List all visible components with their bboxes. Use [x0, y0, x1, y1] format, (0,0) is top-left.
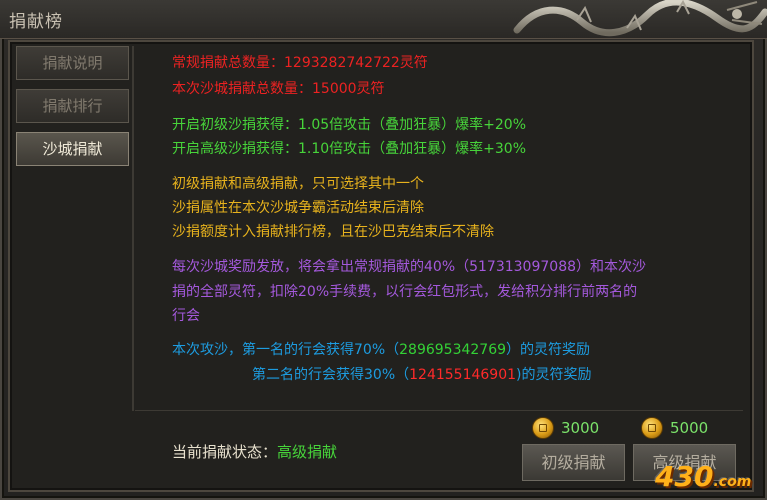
tab-castle-donation[interactable]: 沙城捐献: [16, 132, 129, 166]
normal-total-text: 常规捐献总数量：1293282742722灵符: [172, 55, 428, 71]
second-place-reward: 第二名的行会获得30%（124155146901)的灵符奖励: [252, 365, 591, 385]
rule-text-3: 沙捐额度计入捐献排行榜，且在沙巴克结束后不清除: [172, 224, 494, 240]
status-value: 高级捐献: [277, 443, 338, 461]
status-label: 当前捐献状态：: [172, 443, 278, 461]
reward-text-1: 每次沙城奖励发放，将会拿出常规捐献的40%（517313097088）和本次沙: [172, 259, 647, 275]
vertical-divider: [132, 46, 134, 411]
advanced-cost: 5000: [641, 417, 708, 439]
rule-text-2: 沙捐属性在本次沙城争霸活动结束后清除: [172, 200, 424, 216]
primary-cost: 3000: [532, 417, 599, 439]
reward-text-3: 行会: [172, 308, 200, 324]
footer-divider: [135, 410, 743, 411]
tab-list: 捐献说明 捐献排行 沙城捐献: [16, 46, 129, 175]
coin-icon: [532, 417, 554, 439]
coin-icon: [641, 417, 663, 439]
primary-donate-button[interactable]: 初级捐献: [522, 444, 625, 481]
donation-window: 捐献榜 捐献说明 捐献排行 沙城捐献 常规捐献总数量：1293282742722…: [0, 0, 767, 500]
first-place-suffix: ）的灵符奖励: [506, 342, 591, 358]
dragon-ornament-icon: [513, 0, 767, 37]
second-place-suffix: )的灵符奖励: [516, 367, 592, 383]
window-title: 捐献榜: [9, 12, 63, 32]
primary-cost-value: 3000: [561, 419, 600, 437]
advanced-cost-value: 5000: [670, 419, 709, 437]
second-place-prefix: 第二名的行会获得30%（: [252, 367, 410, 383]
donation-status: 当前捐献状态：高级捐献: [172, 441, 337, 462]
first-place-prefix: 本次攻沙，第一名的行会获得70%（: [172, 342, 400, 358]
advanced-bonus-text: 开启高级沙捐获得：1.10倍攻击（叠加狂暴）爆率+30%: [172, 141, 527, 157]
title-bar[interactable]: 捐献榜: [0, 0, 767, 39]
tab-donation-info[interactable]: 捐献说明: [16, 46, 129, 80]
primary-bonus-text: 开启初级沙捐获得：1.05倍攻击（叠加狂暴）爆率+20%: [172, 117, 527, 133]
reward-text-2: 捐的全部灵符，扣除20%手续费，以行会红包形式，发给积分排行前两名的: [172, 284, 638, 300]
rule-text-1: 初级捐献和高级捐献，只可选择其中一个: [172, 176, 424, 192]
first-place-reward: 本次攻沙，第一名的行会获得70%（289695342769）的灵符奖励: [172, 340, 590, 360]
site-watermark: 430.com: [655, 460, 751, 493]
first-place-amount: 289695342769: [399, 342, 507, 358]
tab-donation-ranking[interactable]: 捐献排行: [16, 89, 129, 123]
this-total-text: 本次沙城捐献总数量：15000灵符: [172, 81, 385, 97]
watermark-text: 430: [655, 460, 714, 493]
watermark-suffix: .com: [713, 474, 752, 490]
second-place-amount: 124155146901: [409, 367, 517, 383]
